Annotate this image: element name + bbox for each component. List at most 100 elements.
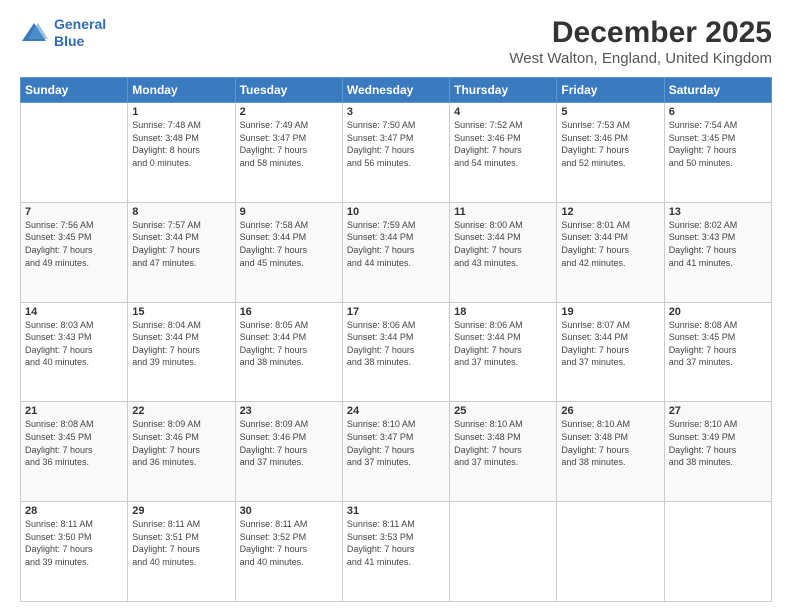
day-number: 6 — [669, 106, 767, 118]
col-tuesday: Tuesday — [235, 78, 342, 103]
calendar-table: Sunday Monday Tuesday Wednesday Thursday… — [20, 77, 772, 602]
day-number: 28 — [25, 505, 123, 517]
day-number: 26 — [561, 405, 659, 417]
calendar-cell: 8Sunrise: 7:57 AMSunset: 3:44 PMDaylight… — [128, 202, 235, 302]
day-number: 29 — [132, 505, 230, 517]
col-sunday: Sunday — [21, 78, 128, 103]
calendar-cell: 30Sunrise: 8:11 AMSunset: 3:52 PMDayligh… — [235, 502, 342, 602]
cell-content: Sunrise: 8:01 AMSunset: 3:44 PMDaylight:… — [561, 219, 659, 269]
col-friday: Friday — [557, 78, 664, 103]
col-saturday: Saturday — [664, 78, 771, 103]
day-number: 19 — [561, 306, 659, 318]
calendar-cell: 27Sunrise: 8:10 AMSunset: 3:49 PMDayligh… — [664, 402, 771, 502]
calendar-cell: 12Sunrise: 8:01 AMSunset: 3:44 PMDayligh… — [557, 202, 664, 302]
day-number: 25 — [454, 405, 552, 417]
cell-content: Sunrise: 8:07 AMSunset: 3:44 PMDaylight:… — [561, 319, 659, 369]
day-number: 17 — [347, 306, 445, 318]
calendar-cell — [664, 502, 771, 602]
day-number: 14 — [25, 306, 123, 318]
calendar-cell: 1Sunrise: 7:48 AMSunset: 3:48 PMDaylight… — [128, 103, 235, 203]
calendar-cell: 21Sunrise: 8:08 AMSunset: 3:45 PMDayligh… — [21, 402, 128, 502]
day-number: 24 — [347, 405, 445, 417]
cell-content: Sunrise: 8:10 AMSunset: 3:47 PMDaylight:… — [347, 418, 445, 468]
day-number: 18 — [454, 306, 552, 318]
cell-content: Sunrise: 7:58 AMSunset: 3:44 PMDaylight:… — [240, 219, 338, 269]
cell-content: Sunrise: 7:53 AMSunset: 3:46 PMDaylight:… — [561, 119, 659, 169]
cell-content: Sunrise: 7:59 AMSunset: 3:44 PMDaylight:… — [347, 219, 445, 269]
cell-content: Sunrise: 8:10 AMSunset: 3:48 PMDaylight:… — [454, 418, 552, 468]
calendar-cell: 23Sunrise: 8:09 AMSunset: 3:46 PMDayligh… — [235, 402, 342, 502]
cell-content: Sunrise: 7:54 AMSunset: 3:45 PMDaylight:… — [669, 119, 767, 169]
cell-content: Sunrise: 8:05 AMSunset: 3:44 PMDaylight:… — [240, 319, 338, 369]
cell-content: Sunrise: 8:09 AMSunset: 3:46 PMDaylight:… — [240, 418, 338, 468]
calendar-header-row: Sunday Monday Tuesday Wednesday Thursday… — [21, 78, 772, 103]
calendar-cell: 20Sunrise: 8:08 AMSunset: 3:45 PMDayligh… — [664, 302, 771, 402]
calendar-week-4: 21Sunrise: 8:08 AMSunset: 3:45 PMDayligh… — [21, 402, 772, 502]
cell-content: Sunrise: 7:50 AMSunset: 3:47 PMDaylight:… — [347, 119, 445, 169]
calendar-cell: 4Sunrise: 7:52 AMSunset: 3:46 PMDaylight… — [450, 103, 557, 203]
cell-content: Sunrise: 7:56 AMSunset: 3:45 PMDaylight:… — [25, 219, 123, 269]
calendar-cell: 3Sunrise: 7:50 AMSunset: 3:47 PMDaylight… — [342, 103, 449, 203]
calendar-cell: 26Sunrise: 8:10 AMSunset: 3:48 PMDayligh… — [557, 402, 664, 502]
cell-content: Sunrise: 8:04 AMSunset: 3:44 PMDaylight:… — [132, 319, 230, 369]
cell-content: Sunrise: 8:08 AMSunset: 3:45 PMDaylight:… — [25, 418, 123, 468]
cell-content: Sunrise: 8:03 AMSunset: 3:43 PMDaylight:… — [25, 319, 123, 369]
calendar-cell — [21, 103, 128, 203]
cell-content: Sunrise: 8:09 AMSunset: 3:46 PMDaylight:… — [132, 418, 230, 468]
calendar-cell: 16Sunrise: 8:05 AMSunset: 3:44 PMDayligh… — [235, 302, 342, 402]
calendar-cell: 9Sunrise: 7:58 AMSunset: 3:44 PMDaylight… — [235, 202, 342, 302]
calendar-cell — [557, 502, 664, 602]
day-number: 2 — [240, 106, 338, 118]
calendar-body: 1Sunrise: 7:48 AMSunset: 3:48 PMDaylight… — [21, 103, 772, 602]
calendar-cell: 7Sunrise: 7:56 AMSunset: 3:45 PMDaylight… — [21, 202, 128, 302]
day-number: 9 — [240, 206, 338, 218]
day-number: 11 — [454, 206, 552, 218]
calendar-cell: 25Sunrise: 8:10 AMSunset: 3:48 PMDayligh… — [450, 402, 557, 502]
calendar-cell — [450, 502, 557, 602]
calendar-cell: 10Sunrise: 7:59 AMSunset: 3:44 PMDayligh… — [342, 202, 449, 302]
cell-content: Sunrise: 8:00 AMSunset: 3:44 PMDaylight:… — [454, 219, 552, 269]
calendar-week-1: 1Sunrise: 7:48 AMSunset: 3:48 PMDaylight… — [21, 103, 772, 203]
calendar-cell: 28Sunrise: 8:11 AMSunset: 3:50 PMDayligh… — [21, 502, 128, 602]
day-number: 1 — [132, 106, 230, 118]
cell-content: Sunrise: 8:11 AMSunset: 3:52 PMDaylight:… — [240, 518, 338, 568]
day-number: 21 — [25, 405, 123, 417]
day-number: 20 — [669, 306, 767, 318]
day-number: 7 — [25, 206, 123, 218]
cell-content: Sunrise: 8:06 AMSunset: 3:44 PMDaylight:… — [347, 319, 445, 369]
cell-content: Sunrise: 8:10 AMSunset: 3:49 PMDaylight:… — [669, 418, 767, 468]
calendar-cell: 5Sunrise: 7:53 AMSunset: 3:46 PMDaylight… — [557, 103, 664, 203]
day-number: 31 — [347, 505, 445, 517]
col-monday: Monday — [128, 78, 235, 103]
cell-content: Sunrise: 7:49 AMSunset: 3:47 PMDaylight:… — [240, 119, 338, 169]
calendar-cell: 22Sunrise: 8:09 AMSunset: 3:46 PMDayligh… — [128, 402, 235, 502]
logo-text: General Blue — [54, 16, 106, 50]
logo-line1: General — [54, 16, 106, 32]
day-number: 12 — [561, 206, 659, 218]
cell-content: Sunrise: 7:57 AMSunset: 3:44 PMDaylight:… — [132, 219, 230, 269]
calendar-cell: 19Sunrise: 8:07 AMSunset: 3:44 PMDayligh… — [557, 302, 664, 402]
page: General Blue December 2025 West Walton, … — [0, 0, 792, 612]
day-number: 3 — [347, 106, 445, 118]
calendar-cell: 29Sunrise: 8:11 AMSunset: 3:51 PMDayligh… — [128, 502, 235, 602]
day-number: 8 — [132, 206, 230, 218]
calendar-cell: 6Sunrise: 7:54 AMSunset: 3:45 PMDaylight… — [664, 103, 771, 203]
calendar-week-5: 28Sunrise: 8:11 AMSunset: 3:50 PMDayligh… — [21, 502, 772, 602]
calendar-cell: 13Sunrise: 8:02 AMSunset: 3:43 PMDayligh… — [664, 202, 771, 302]
calendar-cell: 24Sunrise: 8:10 AMSunset: 3:47 PMDayligh… — [342, 402, 449, 502]
main-title: December 2025 — [509, 16, 772, 50]
calendar-cell: 2Sunrise: 7:49 AMSunset: 3:47 PMDaylight… — [235, 103, 342, 203]
cell-content: Sunrise: 8:06 AMSunset: 3:44 PMDaylight:… — [454, 319, 552, 369]
day-number: 23 — [240, 405, 338, 417]
calendar-week-3: 14Sunrise: 8:03 AMSunset: 3:43 PMDayligh… — [21, 302, 772, 402]
cell-content: Sunrise: 8:11 AMSunset: 3:53 PMDaylight:… — [347, 518, 445, 568]
calendar-cell: 31Sunrise: 8:11 AMSunset: 3:53 PMDayligh… — [342, 502, 449, 602]
logo: General Blue — [20, 16, 106, 50]
day-number: 22 — [132, 405, 230, 417]
logo-icon — [20, 21, 48, 45]
day-number: 15 — [132, 306, 230, 318]
day-number: 10 — [347, 206, 445, 218]
calendar-cell: 17Sunrise: 8:06 AMSunset: 3:44 PMDayligh… — [342, 302, 449, 402]
title-block: December 2025 West Walton, England, Unit… — [509, 16, 772, 67]
calendar-cell: 15Sunrise: 8:04 AMSunset: 3:44 PMDayligh… — [128, 302, 235, 402]
